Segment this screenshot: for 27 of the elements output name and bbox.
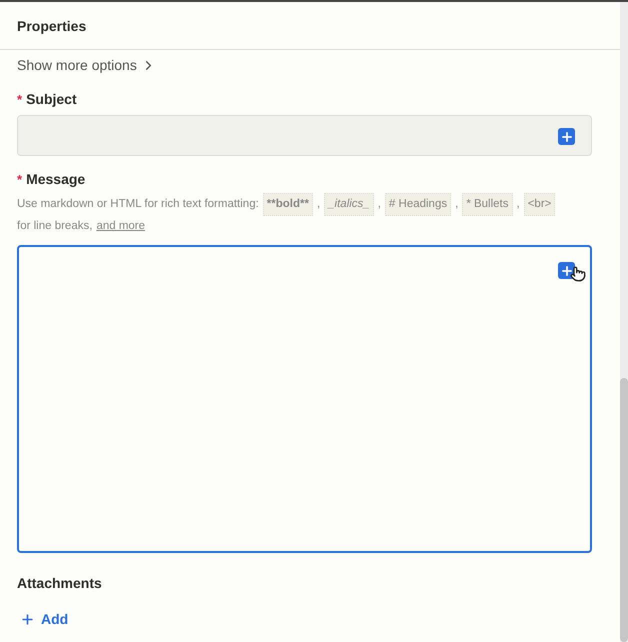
code-sample: **bold** [262, 193, 313, 216]
subject-field[interactable] [17, 115, 592, 156]
hint-text: Use markdown or HTML for rich text formatting: [17, 197, 259, 212]
separator-text: , [455, 197, 458, 212]
and-more-link[interactable]: and more [96, 216, 146, 237]
show-more-options-button[interactable]: Show more options [17, 54, 156, 76]
separator-text: , [378, 197, 381, 212]
code-sample: # Headings [384, 193, 452, 216]
attachments-label: Attachments [17, 575, 103, 591]
field-label: Message [26, 171, 86, 187]
panel-title: Properties [17, 18, 86, 34]
code-sample: _italics_ [324, 193, 374, 216]
scrollbar-thumb[interactable] [620, 378, 628, 642]
code-sample: * Bullets [462, 193, 512, 216]
plus-icon [560, 130, 574, 144]
separator-text: , [316, 197, 320, 212]
hand-cursor-icon [570, 266, 586, 282]
field-label: Subject [26, 91, 77, 107]
plus-icon [20, 612, 35, 626]
separator-text: , [516, 197, 520, 212]
plus-icon [560, 264, 574, 278]
required-marker: * [17, 172, 22, 187]
hint-text: for line breaks, [17, 219, 92, 234]
message-field[interactable] [17, 245, 592, 553]
add-attachment-button[interactable]: Add [17, 611, 68, 627]
required-marker: * [17, 92, 22, 107]
code-sample: <br> [524, 193, 556, 216]
